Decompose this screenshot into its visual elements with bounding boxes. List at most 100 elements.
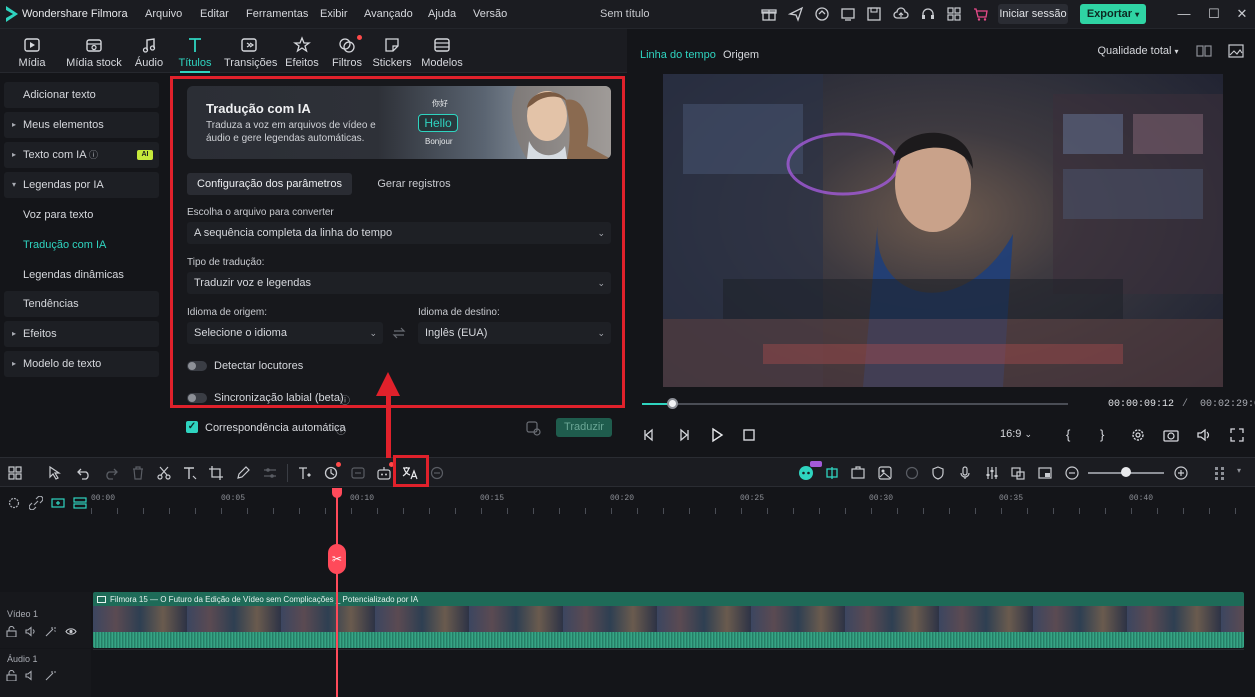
upload-cloud-icon[interactable] — [893, 6, 909, 22]
nav-effects[interactable]: ▸ Efeitos — [4, 321, 159, 347]
audio-mixer-icon[interactable] — [984, 465, 1000, 481]
nav-my-elements[interactable]: ▸ Meus elementos — [4, 112, 159, 138]
credits-icon[interactable] — [525, 420, 541, 436]
login-button[interactable]: Iniciar sessão — [998, 4, 1068, 24]
layout-grid-icon[interactable] — [7, 465, 23, 481]
tab-filters[interactable]: Filtros — [330, 29, 364, 73]
play-icon[interactable] — [709, 427, 725, 443]
nav-text-template[interactable]: ▸ Modelo de texto — [4, 351, 159, 377]
aspect-ratio-select[interactable]: 16:9 ⌄ — [1000, 428, 1032, 440]
nav-add-text[interactable]: Adicionar texto — [4, 82, 159, 108]
close-icon[interactable]: ✕ — [1233, 5, 1251, 23]
maximize-icon[interactable]: ☐ — [1205, 5, 1223, 23]
speaker-icon[interactable] — [25, 670, 36, 681]
cloud-sync-icon[interactable] — [814, 6, 830, 22]
help-icon[interactable]: ⓘ — [340, 392, 350, 407]
tab-audio[interactable]: Áudio — [132, 29, 166, 73]
redo-icon[interactable] — [103, 465, 119, 481]
quality-select[interactable]: Qualidade total ▾ — [1095, 41, 1181, 61]
menu-exibir[interactable]: Exibir — [320, 8, 348, 20]
add-audio-track-icon[interactable] — [73, 496, 87, 510]
zoom-slider-handle[interactable] — [1121, 467, 1131, 477]
help-icon[interactable]: ⓘ — [336, 422, 346, 437]
auto-match-checkbox[interactable]: ✓ — [186, 421, 198, 433]
text-tool-icon[interactable] — [182, 465, 198, 481]
save-icon[interactable] — [866, 6, 882, 22]
audio-sync-icon[interactable] — [350, 465, 366, 481]
playhead-scissors-icon[interactable]: ✂ — [328, 544, 346, 574]
fullscreen-icon[interactable] — [1229, 427, 1245, 443]
headset-icon[interactable] — [920, 6, 936, 22]
track-settings-icon[interactable] — [7, 496, 21, 510]
unlink-icon[interactable] — [29, 496, 43, 510]
marker-icon[interactable] — [850, 465, 866, 481]
ai-copilot-icon[interactable] — [376, 465, 392, 481]
tab-stock-media[interactable]: Mídia stock — [64, 29, 124, 73]
video-preview[interactable] — [663, 74, 1223, 387]
translate-button[interactable]: Traduzir — [556, 418, 612, 437]
playhead[interactable] — [336, 488, 338, 697]
tab-generate-logs[interactable]: Gerar registros — [359, 173, 469, 195]
snap-icon[interactable] — [824, 465, 840, 481]
camera-icon[interactable] — [1163, 427, 1179, 443]
apps-grid-icon[interactable] — [946, 6, 962, 22]
menu-avancado[interactable]: Avançado — [364, 8, 413, 20]
microphone-icon[interactable] — [957, 465, 973, 481]
nav-ai-captions[interactable]: ▾ Legendas por IA — [4, 172, 159, 198]
smart-cut-icon[interactable] — [429, 465, 445, 481]
minimize-icon[interactable]: — — [1175, 5, 1193, 23]
tab-stickers[interactable]: Stickers — [372, 29, 412, 73]
tab-timeline-preview[interactable]: Linha do tempo — [640, 49, 716, 61]
split-scissors-icon[interactable] — [156, 465, 172, 481]
lock-icon[interactable] — [6, 670, 17, 681]
monitor-icon[interactable] — [840, 6, 856, 22]
volume-icon[interactable] — [1196, 427, 1212, 443]
detect-speakers-toggle[interactable] — [187, 361, 207, 371]
swap-languages-icon[interactable] — [392, 326, 406, 340]
zoom-in-icon[interactable] — [1173, 465, 1189, 481]
shield-icon[interactable] — [930, 465, 946, 481]
translation-type-select[interactable]: Traduzir voz e legendas ⌄ — [187, 272, 611, 294]
nav-ai-text[interactable]: ▸ Texto com IA ⓘ AI — [4, 142, 159, 168]
stop-icon[interactable] — [741, 427, 757, 443]
tab-media[interactable]: Mídia — [12, 29, 52, 73]
nav-dynamic-captions[interactable]: Legendas dinâmicas — [4, 262, 159, 288]
previous-frame-icon[interactable] — [641, 427, 657, 443]
grid-view-icon[interactable] — [1212, 465, 1228, 481]
file-select[interactable]: A sequência completa da linha do tempo ⌄ — [187, 222, 611, 244]
eye-icon[interactable] — [65, 626, 77, 637]
settings-gear-icon[interactable] — [1130, 427, 1146, 443]
tab-source-preview[interactable]: Origem — [723, 49, 759, 61]
scrubber-handle[interactable] — [667, 398, 678, 409]
nav-trends[interactable]: Tendências — [4, 291, 159, 317]
export-button[interactable]: Exportar ▾ — [1080, 4, 1146, 24]
lock-icon[interactable] — [6, 626, 17, 637]
crop-icon[interactable] — [208, 465, 224, 481]
auto-highlight-icon[interactable] — [904, 465, 920, 481]
color-pen-icon[interactable] — [235, 465, 251, 481]
zoom-out-icon[interactable] — [1064, 465, 1080, 481]
lip-sync-toggle[interactable] — [187, 393, 207, 403]
video-clip[interactable]: Filmora 15 — O Futuro da Edição de Vídeo… — [93, 592, 1244, 648]
delete-icon[interactable] — [130, 465, 146, 481]
playback-scrubber[interactable] — [642, 403, 1068, 405]
mark-out-icon[interactable]: } — [1100, 427, 1116, 443]
effects-wand-icon[interactable] — [45, 626, 56, 637]
next-frame-icon[interactable] — [676, 427, 692, 443]
effects-wand-icon[interactable] — [45, 670, 56, 681]
target-lang-select[interactable]: Inglês (EUA) ⌄ — [418, 322, 611, 344]
ai-assistant-icon[interactable] — [798, 465, 814, 481]
ai-tools-icon[interactable] — [323, 465, 339, 481]
send-icon[interactable] — [788, 6, 804, 22]
menu-arquivo[interactable]: Arquivo — [145, 8, 182, 20]
group-icon[interactable] — [877, 465, 893, 481]
pip-icon[interactable] — [1037, 465, 1053, 481]
menu-editar[interactable]: Editar — [200, 8, 229, 20]
tab-effects[interactable]: Efeitos — [284, 29, 320, 73]
cart-icon[interactable] — [973, 6, 989, 22]
source-lang-select[interactable]: Selecione o idioma ⌄ — [187, 322, 383, 344]
select-tool-icon[interactable] — [47, 465, 63, 481]
speaker-icon[interactable] — [25, 626, 36, 637]
menu-versao[interactable]: Versão — [473, 8, 507, 20]
tab-titles[interactable]: Títulos — [176, 29, 214, 73]
